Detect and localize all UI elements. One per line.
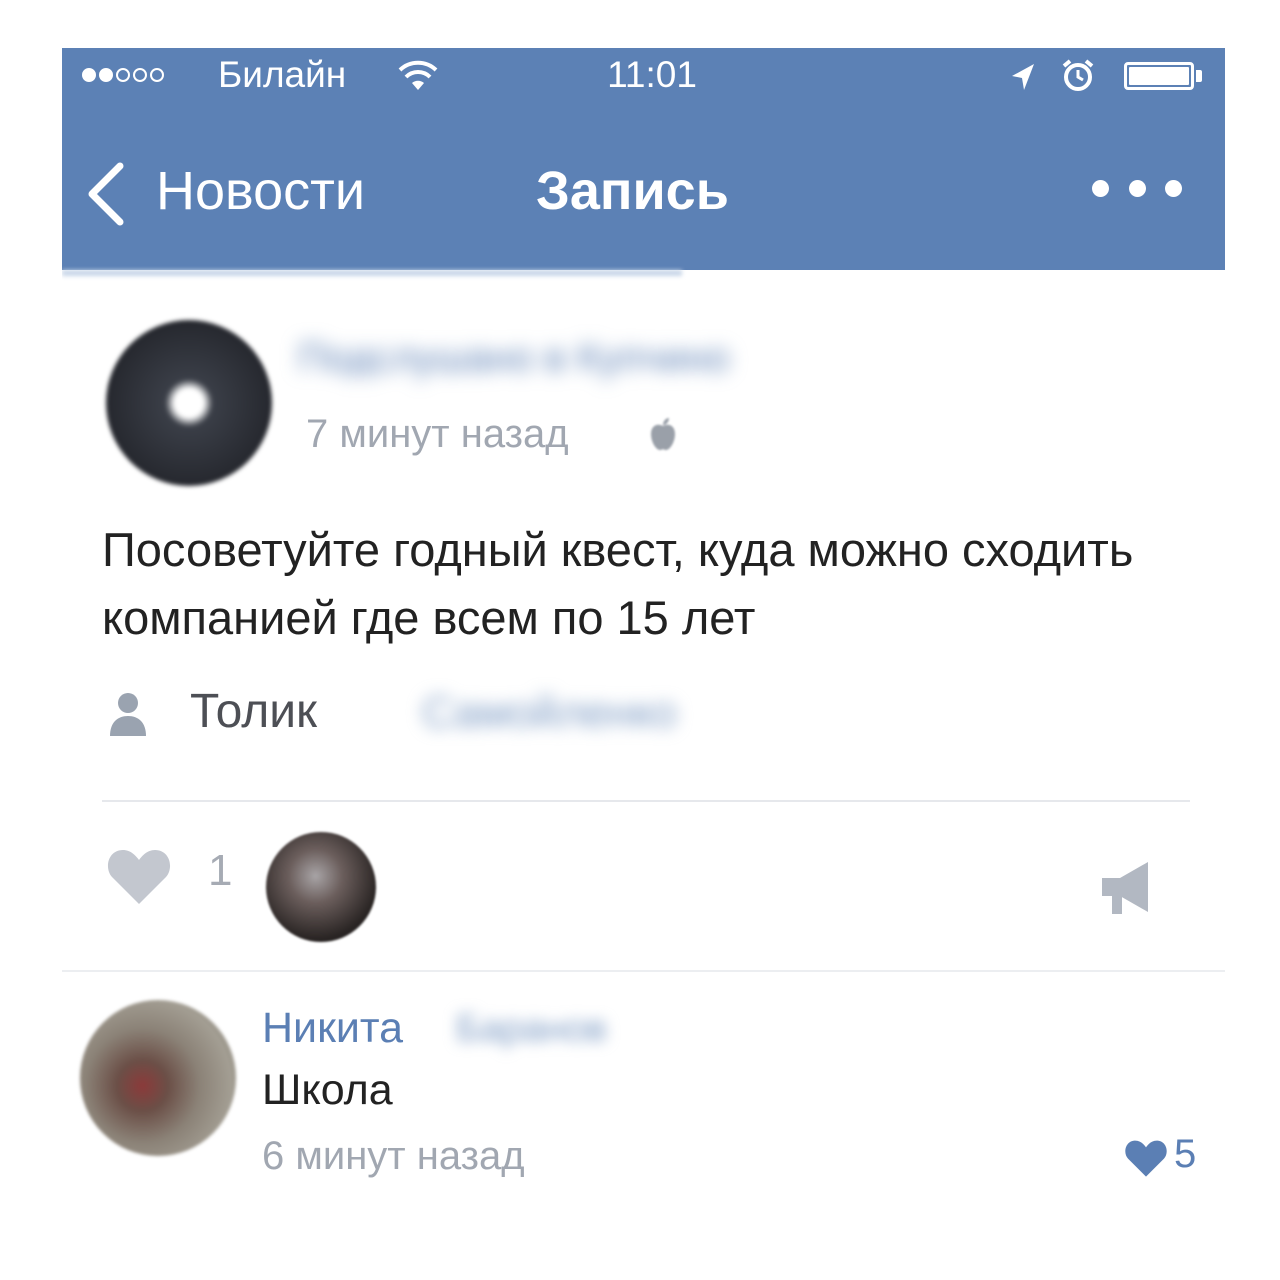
carrier-name: Билайн bbox=[218, 54, 347, 95]
navigation-bar: Новости Запись bbox=[62, 148, 1225, 238]
signer-last-name[interactable]: Самойленко bbox=[422, 688, 677, 738]
like-count: 1 bbox=[208, 846, 233, 895]
group-name[interactable]: Подслушано в Купчино bbox=[298, 336, 968, 380]
comment-timestamp: 6 минут назад bbox=[262, 1134, 525, 1178]
group-avatar[interactable] bbox=[106, 320, 272, 486]
battery-icon bbox=[1124, 62, 1204, 90]
more-dots-icon[interactable] bbox=[1092, 176, 1182, 200]
commenter-avatar[interactable] bbox=[80, 1000, 236, 1156]
signal-strength-icon bbox=[82, 68, 164, 82]
commenter-first-name[interactable]: Никита bbox=[262, 1004, 403, 1053]
share-megaphone-icon[interactable] bbox=[1098, 858, 1160, 916]
user-icon bbox=[110, 693, 146, 736]
post-timestamp: 7 минут назад bbox=[306, 412, 569, 456]
header-shadow bbox=[62, 270, 682, 276]
location-arrow-icon bbox=[1012, 64, 1034, 90]
apple-icon bbox=[651, 418, 675, 450]
back-button[interactable]: Новости bbox=[156, 160, 365, 222]
commenter-last-name[interactable]: Баранов bbox=[456, 1008, 607, 1051]
divider bbox=[102, 800, 1190, 802]
divider bbox=[62, 970, 1225, 972]
alarm-clock-icon bbox=[1062, 59, 1094, 91]
wifi-icon bbox=[398, 60, 438, 90]
post-text: Посоветуйте годный квест, куда можно схо… bbox=[102, 523, 1134, 644]
heart-icon[interactable] bbox=[106, 846, 172, 906]
status-clock: 11:01 bbox=[607, 54, 697, 95]
heart-icon[interactable] bbox=[1124, 1138, 1168, 1178]
comment-like-count: 5 bbox=[1174, 1132, 1197, 1176]
liker-avatar[interactable] bbox=[266, 832, 376, 942]
page-title: Запись bbox=[536, 161, 729, 221]
post-screen: Билайн 11:01 Новости Запись Подслушано в… bbox=[62, 48, 1225, 1228]
comment-text: Школа bbox=[262, 1066, 393, 1114]
back-chevron-icon[interactable] bbox=[84, 162, 128, 226]
top-bar: Билайн 11:01 Новости Запись bbox=[62, 48, 1225, 270]
signer-first-name[interactable]: Толик bbox=[190, 684, 317, 739]
status-bar: Билайн 11:01 bbox=[62, 48, 1225, 118]
